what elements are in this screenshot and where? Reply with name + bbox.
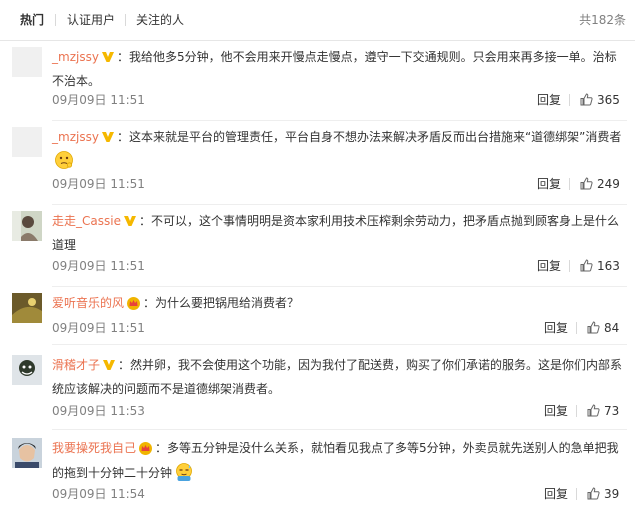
like-button[interactable]: 39 [587,487,619,501]
like-count: 365 [597,93,620,107]
meta-separator [569,178,570,190]
meta-separator [576,488,577,500]
avatar[interactable] [12,355,42,385]
comment-text: ：然并卵，我不会使用这个功能，因为我付了配送费，购买了你们承诺的服务。这是你们内… [52,358,623,396]
comment-text: ：这本来就是平台的管理责任，平台自身不想办法来解决矛盾反而出台措施来“道德绑架”… [116,130,622,144]
thumbs-up-icon [587,321,600,334]
comment-text: ：为什么要把锅甩给消费者？ [143,296,300,310]
comment-tabs: 热门 认证用户 关注的人 共182条 [0,0,635,41]
gold-v-icon [101,48,115,70]
comment-time: 09月09日 11:51 [52,321,145,335]
sweat-hug-face-icon [174,462,194,489]
reply-button[interactable]: 回复 [544,321,568,335]
comment-username[interactable]: 我要操死我自己 [52,441,136,455]
comment-item: _mzjssy ：我给他多5分钟，他不会用来开慢点走慢点，遵守一下交通规则。只会用… [0,41,635,121]
crown-icon [138,440,153,462]
comment-time: 09月09日 11:51 [52,259,145,273]
like-button[interactable]: 249 [580,177,620,191]
like-count: 84 [604,321,620,335]
comment-content: 滑稽才子 ：然并卵，我不会使用这个功能，因为我付了配送费，购买了你们承诺的服务。这… [52,354,627,400]
comment-content: 走走_Cassie ：不可以，这个事情明明是资本家利用技术压榨剩余劳动力，把矛盾点… [52,210,627,256]
like-button[interactable]: 163 [580,259,620,273]
comment-username[interactable]: 走走_Cassie [52,214,121,228]
like-count: 39 [604,487,620,501]
comment-total-count: 共182条 [579,13,626,27]
comment-username[interactable]: 爱听音乐的风 [52,296,124,310]
thumbs-up-icon [580,93,593,106]
comment-time: 09月09日 11:51 [52,93,145,107]
reply-button[interactable]: 回复 [544,487,568,501]
avatar[interactable] [12,293,42,323]
comment-text: ：多等五分钟是没什么关系，就怕看见我点了多等5分钟，外卖员就先送别人的急单把我的… [52,441,619,480]
avatar[interactable] [12,47,42,77]
comment-username[interactable]: _mzjssy [52,130,99,144]
like-count: 163 [597,259,620,273]
tab-hot[interactable]: 热门 [20,13,44,27]
reply-button[interactable]: 回复 [544,404,568,418]
reply-button[interactable]: 回复 [537,259,561,273]
meta-separator [576,405,577,417]
meta-separator [569,94,570,106]
thumbs-up-icon [580,177,593,190]
comment-time: 09月09日 11:51 [52,177,145,191]
like-button[interactable]: 84 [587,321,619,335]
gold-v-icon [123,212,137,234]
avatar[interactable] [12,211,42,241]
meta-separator [576,322,577,334]
comment-item: 我要操死我自己 ：多等五分钟是没什么关系，就怕看见我点了多等5分钟，外卖员就先送别… [0,430,635,514]
avatar[interactable] [12,127,42,157]
comment-content: 我要操死我自己 ：多等五分钟是没什么关系，就怕看见我点了多等5分钟，外卖员就先送别… [52,437,627,489]
like-button[interactable]: 73 [587,404,619,418]
comment-content: 爱听音乐的风 ：为什么要把锅甩给消费者？ [52,292,627,317]
comment-content: _mzjssy ：我给他多5分钟，他不会用来开慢点走慢点，遵守一下交通规则。只会用… [52,46,627,92]
comment-item: 爱听音乐的风 ：为什么要把锅甩给消费者？ 09月09日 11:51 回复 84 [0,287,635,345]
comment-content: _mzjssy ：这本来就是平台的管理责任，平台自身不想办法来解决矛盾反而出台措施… [52,126,627,177]
reply-button[interactable]: 回复 [537,93,561,107]
crown-icon [126,295,141,317]
tab-following[interactable]: 关注的人 [136,13,184,27]
thinking-face-icon [54,150,74,177]
gold-v-icon [102,356,116,378]
comment-text: ：我给他多5分钟，他不会用来开慢点走慢点，遵守一下交通规则。只会用来再多接一单。… [52,50,617,88]
thumbs-up-icon [580,259,593,272]
avatar[interactable] [12,438,42,468]
tab-separator [125,14,126,26]
comment-item: 滑稽才子 ：然并卵，我不会使用这个功能，因为我付了配送费，购买了你们承诺的服务。这… [0,345,635,430]
comment-username[interactable]: 滑稽才子 [52,358,100,372]
comment-item: _mzjssy ：这本来就是平台的管理责任，平台自身不想办法来解决矛盾反而出台措施… [0,121,635,205]
comment-time: 09月09日 11:53 [52,404,145,418]
comment-username[interactable]: _mzjssy [52,50,99,64]
comment-time: 09月09日 11:54 [52,487,145,501]
like-count: 249 [597,177,620,191]
comment-item: 走走_Cassie ：不可以，这个事情明明是资本家利用技术压榨剩余劳动力，把矛盾点… [0,205,635,287]
like-count: 73 [604,404,620,418]
thumbs-up-icon [587,487,600,500]
like-button[interactable]: 365 [580,93,620,107]
reply-button[interactable]: 回复 [537,177,561,191]
thumbs-up-icon [587,404,600,417]
tab-verified-users[interactable]: 认证用户 [67,13,115,27]
comment-text: ：不可以，这个事情明明是资本家利用技术压榨剩余劳动力，把矛盾点抛到顾客身上是什么… [52,214,619,252]
meta-separator [569,260,570,272]
tab-separator [55,14,56,26]
gold-v-icon [101,128,115,150]
